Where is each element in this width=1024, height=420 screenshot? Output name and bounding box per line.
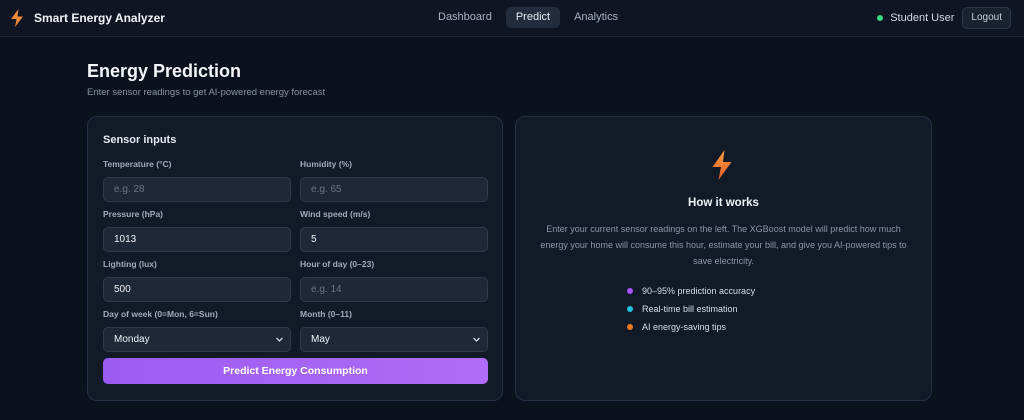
feature-text: Real-time bill estimation xyxy=(642,304,738,314)
sensor-inputs-card: Sensor inputs Temperature (°C) e.g. 28 H… xyxy=(87,116,503,401)
orange-dot-icon xyxy=(627,324,633,330)
month-field: Month (0–11) May xyxy=(300,309,488,352)
online-status-dot xyxy=(877,15,884,21)
pressure-label: Pressure (hPa) xyxy=(103,209,163,219)
day-of-week-label: Day of week (0=Mon, 6=Sun) xyxy=(103,309,218,319)
temperature-field: Temperature (°C) e.g. 28 xyxy=(103,159,291,202)
nav-tab-dashboard[interactable]: Dashboard xyxy=(428,7,502,28)
feature-item: 90–95% prediction accuracy xyxy=(627,282,755,300)
how-it-works-title: How it works xyxy=(688,197,759,209)
feature-list: 90–95% prediction accuracy Real-time bil… xyxy=(627,282,755,336)
month-value: May xyxy=(311,334,330,345)
humidity-input[interactable]: e.g. 65 xyxy=(300,177,488,202)
chevron-down-icon xyxy=(473,337,480,342)
user-name: Student User xyxy=(890,12,955,24)
main-nav: Dashboard Predict Analytics xyxy=(428,7,632,28)
day-of-week-select[interactable]: Monday xyxy=(103,327,291,352)
lighting-input[interactable]: 500 xyxy=(103,277,291,302)
month-select[interactable]: May xyxy=(300,327,488,352)
how-it-works-description: Enter your current sensor readings on th… xyxy=(540,224,907,266)
hour-field: Hour of day (0–23) e.g. 14 xyxy=(300,259,488,302)
page-subtitle: Enter sensor readings to get AI-powered … xyxy=(87,87,326,98)
wind-speed-label: Wind speed (m/s) xyxy=(300,209,371,219)
logout-button[interactable]: Logout xyxy=(962,7,1011,29)
pressure-field: Pressure (hPa) 1013 xyxy=(103,209,291,252)
top-navbar: Smart Energy Analyzer Dashboard Predict … xyxy=(0,0,1024,37)
page-title: Energy Prediction xyxy=(87,61,242,81)
humidity-field: Humidity (%) e.g. 65 xyxy=(300,159,488,202)
wind-speed-input[interactable]: 5 xyxy=(300,227,488,252)
brand[interactable]: Smart Energy Analyzer xyxy=(10,9,165,27)
day-of-week-field: Day of week (0=Mon, 6=Sun) Monday xyxy=(103,309,291,352)
nav-tab-predict[interactable]: Predict xyxy=(505,7,561,28)
feature-item: AI energy-saving tips xyxy=(627,318,755,336)
hour-label: Hour of day (0–23) xyxy=(300,259,375,269)
lightning-bolt-icon xyxy=(11,9,23,27)
temperature-label: Temperature (°C) xyxy=(103,159,172,169)
month-label: Month (0–11) xyxy=(300,309,352,319)
feature-text: AI energy-saving tips xyxy=(642,322,727,332)
pressure-input[interactable]: 1013 xyxy=(103,227,291,252)
app-title: Smart Energy Analyzer xyxy=(34,11,165,25)
lighting-field: Lighting (lux) 500 xyxy=(103,259,291,302)
nav-tab-analytics[interactable]: Analytics xyxy=(564,7,628,28)
how-it-works-card: How it works Enter your current sensor r… xyxy=(515,116,932,401)
feature-item: Real-time bill estimation xyxy=(627,300,755,318)
humidity-label: Humidity (%) xyxy=(300,159,352,169)
feature-text: 90–95% prediction accuracy xyxy=(642,286,756,296)
predict-button[interactable]: Predict Energy Consumption xyxy=(103,358,488,384)
hour-input[interactable]: e.g. 14 xyxy=(300,277,488,302)
wind-speed-field: Wind speed (m/s) 5 xyxy=(300,209,488,252)
lightning-bolt-icon xyxy=(712,150,732,180)
cyan-dot-icon xyxy=(627,306,633,312)
temperature-input[interactable]: e.g. 28 xyxy=(103,177,291,202)
chevron-down-icon xyxy=(276,337,283,342)
user-area: Student User Logout xyxy=(877,7,1011,29)
purple-dot-icon xyxy=(627,288,633,294)
sensor-inputs-title: Sensor inputs xyxy=(103,134,177,146)
lighting-label: Lighting (lux) xyxy=(103,259,157,269)
day-of-week-value: Monday xyxy=(114,334,150,345)
